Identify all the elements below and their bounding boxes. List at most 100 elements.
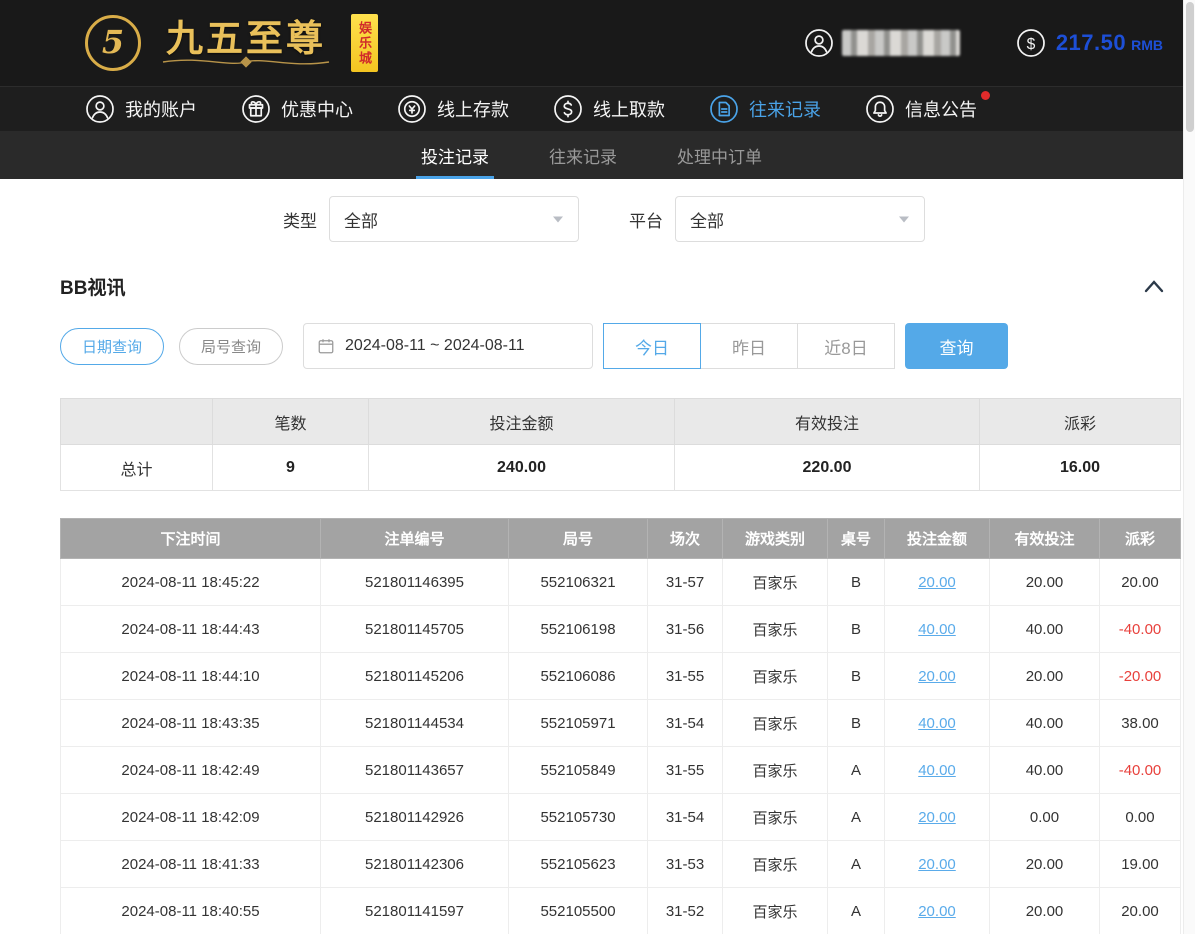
bet-time: 2024-08-11 18:41:33: [61, 841, 321, 888]
avatar-icon[interactable]: [804, 28, 834, 58]
calendar-icon: [317, 337, 335, 355]
nav-label: 信息公告: [905, 96, 977, 122]
session: 31-54: [648, 700, 723, 747]
summary-value-cell: 9: [213, 445, 369, 491]
withdraw-icon: [553, 94, 583, 124]
bet-time: 2024-08-11 18:42:49: [61, 747, 321, 794]
nav-item-account[interactable]: 我的账户: [85, 94, 197, 124]
transfer-record-icon: [709, 94, 739, 124]
summary-header-row: 笔数投注金额有效投注派彩: [61, 399, 1181, 445]
order-number: 521801146395: [321, 559, 509, 606]
table-number: A: [828, 747, 885, 794]
search-button[interactable]: 查询: [905, 323, 1008, 369]
type-filter-label: 类型: [283, 207, 317, 232]
summary-header-cell: 派彩: [980, 399, 1181, 445]
nav-item-records[interactable]: 往来记录: [709, 94, 821, 124]
type-select-value: 全部: [344, 207, 378, 232]
nav-label: 我的账户: [125, 96, 197, 122]
bet-time: 2024-08-11 18:43:35: [61, 700, 321, 747]
valid-bet: 40.00: [990, 747, 1100, 794]
round-query-button[interactable]: 局号查询: [179, 328, 283, 365]
scrollbar-thumb[interactable]: [1186, 2, 1194, 132]
bet-amount-link[interactable]: 20.00: [918, 574, 956, 591]
bet-table-body: 2024-08-11 18:45:22521801146395552106321…: [61, 559, 1181, 934]
section-title: BB视讯: [60, 273, 125, 300]
bet-amount-cell: 40.00: [885, 606, 990, 653]
bet-time: 2024-08-11 18:44:43: [61, 606, 321, 653]
order-number: 521801141597: [321, 888, 509, 934]
bet-row: 2024-08-11 18:41:33521801142306552105623…: [61, 841, 1181, 888]
bet-amount-link[interactable]: 20.00: [918, 809, 956, 826]
platform-select[interactable]: 全部: [675, 196, 925, 242]
query-row: 日期查询 局号查询 2024-08-11 ~ 2024-08-11 今日昨日近8…: [60, 323, 1183, 369]
bet-header-cell: 派彩: [1100, 519, 1181, 559]
order-number: 521801145206: [321, 653, 509, 700]
payout: 20.00: [1100, 888, 1181, 934]
summary-total-row: 总计9240.00220.0016.00: [61, 445, 1181, 491]
nav-item-deposit[interactable]: 线上存款: [397, 94, 509, 124]
nav-item-withdraw[interactable]: 线上取款: [553, 94, 665, 124]
payout: 0.00: [1100, 794, 1181, 841]
tab-processing-orders[interactable]: 处理中订单: [674, 131, 765, 179]
site-logo[interactable]: 5 九五至尊 娱乐城: [85, 14, 378, 72]
tab-transaction-records[interactable]: 往来记录: [546, 131, 620, 179]
bet-amount-cell: 20.00: [885, 559, 990, 606]
table-number: A: [828, 841, 885, 888]
nav-item-promo[interactable]: 优惠中心: [241, 94, 353, 124]
order-number: 521801145705: [321, 606, 509, 653]
logo-emblem-icon: 5: [85, 15, 141, 71]
nav-label: 线上取款: [593, 96, 665, 122]
bet-amount-link[interactable]: 20.00: [918, 903, 956, 920]
bet-header-cell: 注单编号: [321, 519, 509, 559]
table-number: A: [828, 794, 885, 841]
payout: -20.00: [1100, 653, 1181, 700]
summary-total-label: 总计: [61, 445, 213, 491]
last-8-days-button[interactable]: 近8日: [797, 323, 895, 369]
game-type: 百家乐: [723, 747, 828, 794]
date-range-input[interactable]: 2024-08-11 ~ 2024-08-11: [303, 323, 593, 369]
nav-item-notice[interactable]: 信息公告: [865, 94, 977, 124]
balance-amount[interactable]: 217.50: [1056, 30, 1126, 56]
bet-header-cell: 游戏类别: [723, 519, 828, 559]
bet-amount-link[interactable]: 40.00: [918, 762, 956, 779]
round-number: 552105500: [509, 888, 648, 934]
bet-amount-link[interactable]: 40.00: [918, 621, 956, 638]
table-number: A: [828, 888, 885, 934]
bet-time: 2024-08-11 18:44:10: [61, 653, 321, 700]
type-select[interactable]: 全部: [329, 196, 579, 242]
order-number: 521801144534: [321, 700, 509, 747]
today-button[interactable]: 今日: [603, 323, 701, 369]
session: 31-57: [648, 559, 723, 606]
bet-amount-link[interactable]: 20.00: [918, 668, 956, 685]
collapse-chevron-up-icon[interactable]: [1143, 279, 1165, 293]
bet-table-header-row: 下注时间注单编号局号场次游戏类别桌号投注金额有效投注派彩: [61, 519, 1181, 559]
tab-bet-records[interactable]: 投注记录: [418, 131, 492, 179]
bet-row: 2024-08-11 18:42:49521801143657552105849…: [61, 747, 1181, 794]
main-nav: 我的账户 优惠中心 线上存款 线上取款 往来记录 信息公告: [0, 86, 1183, 131]
game-type: 百家乐: [723, 841, 828, 888]
payout: -40.00: [1100, 747, 1181, 794]
logo-title-block: 九五至尊: [151, 18, 341, 69]
date-query-button[interactable]: 日期查询: [60, 328, 164, 365]
bell-icon: [865, 94, 895, 124]
bet-row: 2024-08-11 18:43:35521801144534552105971…: [61, 700, 1181, 747]
deposit-icon: [397, 94, 427, 124]
bet-time: 2024-08-11 18:42:09: [61, 794, 321, 841]
bet-header-cell: 局号: [509, 519, 648, 559]
summary-header-cell: [61, 399, 213, 445]
valid-bet: 40.00: [990, 606, 1100, 653]
bet-header-cell: 下注时间: [61, 519, 321, 559]
bet-time: 2024-08-11 18:40:55: [61, 888, 321, 934]
session: 31-56: [648, 606, 723, 653]
session: 31-55: [648, 747, 723, 794]
bet-amount-link[interactable]: 40.00: [918, 715, 956, 732]
yesterday-button[interactable]: 昨日: [700, 323, 798, 369]
payout: -40.00: [1100, 606, 1181, 653]
bet-amount-link[interactable]: 20.00: [918, 856, 956, 873]
scrollbar[interactable]: [1183, 0, 1195, 934]
bet-header-cell: 场次: [648, 519, 723, 559]
bet-amount-cell: 20.00: [885, 653, 990, 700]
tab-strip: 投注记录 往来记录 处理中订单: [0, 131, 1183, 179]
bet-header-cell: 有效投注: [990, 519, 1100, 559]
bet-amount-cell: 20.00: [885, 841, 990, 888]
